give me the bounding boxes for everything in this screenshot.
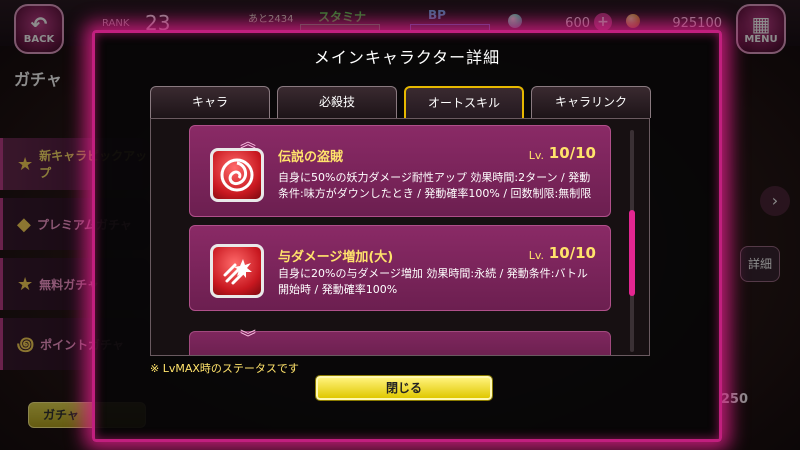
tab-character[interactable]: キャラ xyxy=(150,86,270,118)
tab-character-link[interactable]: キャラリンク xyxy=(531,86,651,118)
tab-auto-skill[interactable]: オートスキル xyxy=(404,86,524,118)
burst-icon xyxy=(210,244,264,298)
scroll-up-icon[interactable]: ︽ xyxy=(240,128,256,152)
lvmax-note: ※ LvMAX時のステータスです xyxy=(150,362,299,375)
skill-name: 与ダメージ増加(大) xyxy=(278,250,394,265)
skill-list[interactable]: 伝説の盗賊 Lv. 10/10 自身に50%の妖力ダメージ耐性アップ 効果時間:… xyxy=(150,118,650,356)
close-button[interactable]: 閉じる xyxy=(316,376,492,400)
skill-card: 与ダメージ増加(大) Lv. 10/10 自身に20%の与ダメージ増加 効果時間… xyxy=(189,225,611,311)
scroll-down-icon[interactable]: ︾ xyxy=(240,324,256,348)
modal-title: メインキャラクター詳細 xyxy=(313,48,501,67)
skill-name: 伝説の盗賊 xyxy=(278,150,344,165)
modal-tabs: キャラ 必殺技 オートスキル キャラリンク xyxy=(150,86,658,118)
skill-description: 自身に20%の与ダメージ増加 効果時間:永続 / 発動条件:バトル開始時 / 発… xyxy=(278,267,588,296)
skill-level-label: Lv. xyxy=(528,249,544,262)
skill-level: 10/10 xyxy=(548,244,596,262)
tab-special-move[interactable]: 必殺技 xyxy=(277,86,397,118)
skill-level: 10/10 xyxy=(548,144,596,162)
rose-icon xyxy=(210,148,264,202)
scrollbar-thumb[interactable] xyxy=(629,210,635,296)
skill-description: 自身に50%の妖力ダメージ耐性アップ 効果時間:2ターン / 発動条件:味方がダ… xyxy=(278,171,592,200)
skill-level-label: Lv. xyxy=(528,149,544,162)
